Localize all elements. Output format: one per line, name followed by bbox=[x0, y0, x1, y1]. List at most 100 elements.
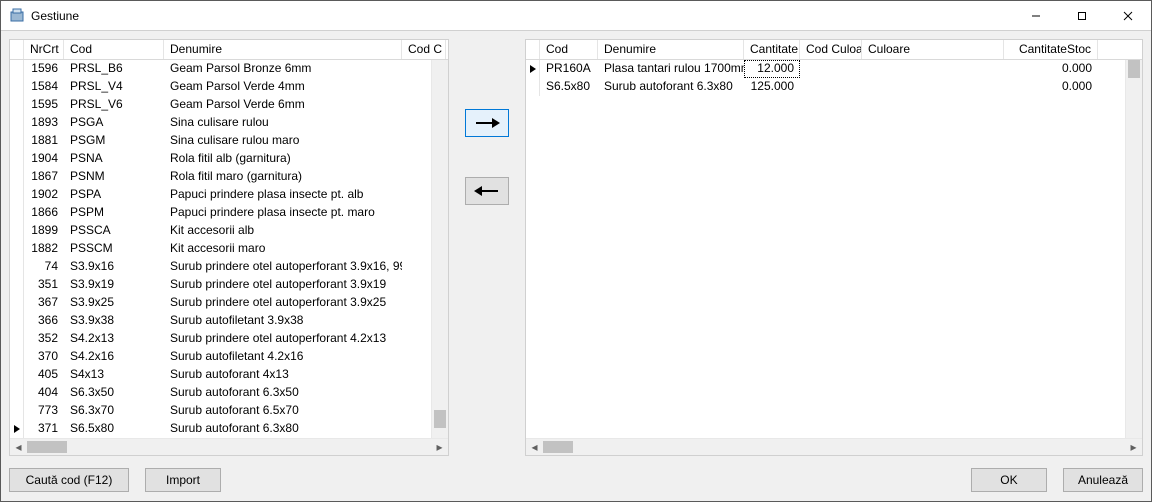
cell-den: Papuci prindere plasa insecte pt. alb bbox=[164, 186, 402, 204]
cell-cul bbox=[862, 78, 1004, 96]
col-cod[interactable]: Cod bbox=[64, 40, 164, 59]
table-row[interactable]: 74S3.9x16Surub prindere otel autoperfora… bbox=[10, 258, 448, 276]
col-cs-r[interactable]: CantitateStoc bbox=[1004, 40, 1098, 59]
ok-button[interactable]: OK bbox=[971, 468, 1047, 492]
cell-cod: S6.3x50 bbox=[64, 384, 164, 402]
cell-cod: S4x13 bbox=[64, 366, 164, 384]
cell-cod: S6.5x80 bbox=[540, 78, 598, 96]
cell-nrcrt: 1867 bbox=[24, 168, 64, 186]
right-grid-body[interactable]: PR160APlasa tantari rulou 1700mm12.0000.… bbox=[526, 60, 1142, 438]
col-codc[interactable]: Cod C bbox=[402, 40, 446, 59]
cell-cod: PSSCA bbox=[64, 222, 164, 240]
cell-cod: PSNA bbox=[64, 150, 164, 168]
table-row[interactable]: 405S4x13Surub autoforant 4x13 bbox=[10, 366, 448, 384]
cell-nrcrt: 1904 bbox=[24, 150, 64, 168]
table-row[interactable]: 1899PSSCAKit accesorii alb bbox=[10, 222, 448, 240]
right-grid[interactable]: Cod Denumire Cantitate Cod Culoare Culoa… bbox=[525, 39, 1143, 456]
left-hscrollbar[interactable]: ◂ ▸ bbox=[10, 438, 448, 455]
cell-nrcrt: 773 bbox=[24, 402, 64, 420]
table-row[interactable]: 1595PRSL_V6Geam Parsol Verde 6mm bbox=[10, 96, 448, 114]
close-button[interactable] bbox=[1105, 1, 1151, 31]
col-denumire[interactable]: Denumire bbox=[164, 40, 402, 59]
col-den-r[interactable]: Denumire bbox=[598, 40, 744, 59]
window: Gestiune NrCrt Cod Denumire Cod C 1596PR… bbox=[0, 0, 1152, 502]
table-row[interactable]: 1866PSPMPapuci prindere plasa insecte pt… bbox=[10, 204, 448, 222]
cell-nrcrt: 366 bbox=[24, 312, 64, 330]
arrow-left-icon bbox=[474, 185, 500, 197]
table-row[interactable]: 1902PSPAPapuci prindere plasa insecte pt… bbox=[10, 186, 448, 204]
cell-den: Surub autoforant 4x13 bbox=[164, 366, 402, 384]
right-grid-header: Cod Denumire Cantitate Cod Culoare Culoa… bbox=[526, 40, 1142, 60]
table-row[interactable]: PR160APlasa tantari rulou 1700mm12.0000.… bbox=[526, 60, 1142, 78]
cell-nrcrt: 1866 bbox=[24, 204, 64, 222]
table-row[interactable]: 351S3.9x19Surub prindere otel autoperfor… bbox=[10, 276, 448, 294]
cell-den: Rola fitil maro (garnitura) bbox=[164, 168, 402, 186]
table-row[interactable]: 1584PRSL_V4Geam Parsol Verde 4mm bbox=[10, 78, 448, 96]
cell-cul bbox=[862, 60, 1004, 78]
titlebar: Gestiune bbox=[1, 1, 1151, 31]
scroll-left-icon[interactable]: ◂ bbox=[10, 439, 27, 456]
left-vscrollbar[interactable] bbox=[431, 60, 448, 438]
table-row[interactable]: S6.5x80Surub autoforant 6.3x80125.0000.0… bbox=[526, 78, 1142, 96]
table-row[interactable]: 371S6.5x80Surub autoforant 6.3x80 bbox=[10, 420, 448, 438]
table-row[interactable]: 1904PSNARola fitil alb (garnitura) bbox=[10, 150, 448, 168]
scroll-right-icon[interactable]: ▸ bbox=[1125, 439, 1142, 456]
app-icon bbox=[9, 8, 25, 24]
cell-cod: PSNM bbox=[64, 168, 164, 186]
cell-nrcrt: 370 bbox=[24, 348, 64, 366]
table-row[interactable]: 1596PRSL_B6Geam Parsol Bronze 6mm bbox=[10, 60, 448, 78]
cancel-button[interactable]: Anulează bbox=[1063, 468, 1143, 492]
remove-button[interactable] bbox=[465, 177, 509, 205]
cell-cs: 0.000 bbox=[1004, 60, 1098, 78]
left-grid[interactable]: NrCrt Cod Denumire Cod C 1596PRSL_B6Geam… bbox=[9, 39, 449, 456]
transfer-buttons bbox=[449, 39, 525, 456]
right-vscrollbar[interactable] bbox=[1125, 60, 1142, 438]
add-button[interactable] bbox=[465, 109, 509, 137]
table-row[interactable]: 773S6.3x70Surub autoforant 6.5x70 bbox=[10, 402, 448, 420]
bottom-bar: Caută cod (F12) Import OK Anulează bbox=[1, 464, 1151, 501]
left-grid-header: NrCrt Cod Denumire Cod C bbox=[10, 40, 448, 60]
import-button[interactable]: Import bbox=[145, 468, 221, 492]
col-cul-r[interactable]: Culoare bbox=[862, 40, 1004, 59]
maximize-button[interactable] bbox=[1059, 1, 1105, 31]
left-grid-body[interactable]: 1596PRSL_B6Geam Parsol Bronze 6mm1584PRS… bbox=[10, 60, 448, 438]
col-codc-r[interactable]: Cod Culoare bbox=[800, 40, 862, 59]
scroll-right-icon[interactable]: ▸ bbox=[431, 439, 448, 456]
right-panel: Cod Denumire Cantitate Cod Culoare Culoa… bbox=[525, 39, 1143, 456]
table-row[interactable]: 1882PSSCMKit accesorii maro bbox=[10, 240, 448, 258]
col-cant-r[interactable]: Cantitate bbox=[744, 40, 800, 59]
cell-nrcrt: 352 bbox=[24, 330, 64, 348]
cell-cod: S3.9x38 bbox=[64, 312, 164, 330]
table-row[interactable]: 1881PSGMSina culisare rulou maro bbox=[10, 132, 448, 150]
col-cod-r[interactable]: Cod bbox=[540, 40, 598, 59]
cell-den: Surub autofiletant 3.9x38 bbox=[164, 312, 402, 330]
cell-den: Rola fitil alb (garnitura) bbox=[164, 150, 402, 168]
table-row[interactable]: 1893PSGASina culisare rulou bbox=[10, 114, 448, 132]
right-hscrollbar[interactable]: ◂ ▸ bbox=[526, 438, 1142, 455]
table-row[interactable]: 352S4.2x13Surub prindere otel autoperfor… bbox=[10, 330, 448, 348]
minimize-button[interactable] bbox=[1013, 1, 1059, 31]
cell-cod: S4.2x16 bbox=[64, 348, 164, 366]
cell-nrcrt: 1893 bbox=[24, 114, 64, 132]
cell-cod: PSGA bbox=[64, 114, 164, 132]
scroll-left-icon[interactable]: ◂ bbox=[526, 439, 543, 456]
cell-cod: PRSL_V6 bbox=[64, 96, 164, 114]
cell-den: Surub autoforant 6.3x80 bbox=[598, 78, 744, 96]
cell-den: Surub autofiletant 4.2x16 bbox=[164, 348, 402, 366]
table-row[interactable]: 370S4.2x16Surub autofiletant 4.2x16 bbox=[10, 348, 448, 366]
cell-den: Sina culisare rulou maro bbox=[164, 132, 402, 150]
search-code-button[interactable]: Caută cod (F12) bbox=[9, 468, 129, 492]
cell-den: Surub prindere otel autoperforant 3.9x19 bbox=[164, 276, 402, 294]
col-nrcrt[interactable]: NrCrt bbox=[24, 40, 64, 59]
cell-cod: S6.5x80 bbox=[64, 420, 164, 438]
table-row[interactable]: 367S3.9x25Surub prindere otel autoperfor… bbox=[10, 294, 448, 312]
table-row[interactable]: 366S3.9x38Surub autofiletant 3.9x38 bbox=[10, 312, 448, 330]
body-area: NrCrt Cod Denumire Cod C 1596PRSL_B6Geam… bbox=[1, 31, 1151, 464]
cell-codc bbox=[800, 60, 862, 78]
table-row[interactable]: 1867PSNMRola fitil maro (garnitura) bbox=[10, 168, 448, 186]
cell-cant[interactable]: 12.000 bbox=[744, 60, 800, 78]
cell-den: Geam Parsol Bronze 6mm bbox=[164, 60, 402, 78]
cell-den: Geam Parsol Verde 6mm bbox=[164, 96, 402, 114]
cell-cant[interactable]: 125.000 bbox=[744, 78, 800, 96]
table-row[interactable]: 404S6.3x50Surub autoforant 6.3x50 bbox=[10, 384, 448, 402]
